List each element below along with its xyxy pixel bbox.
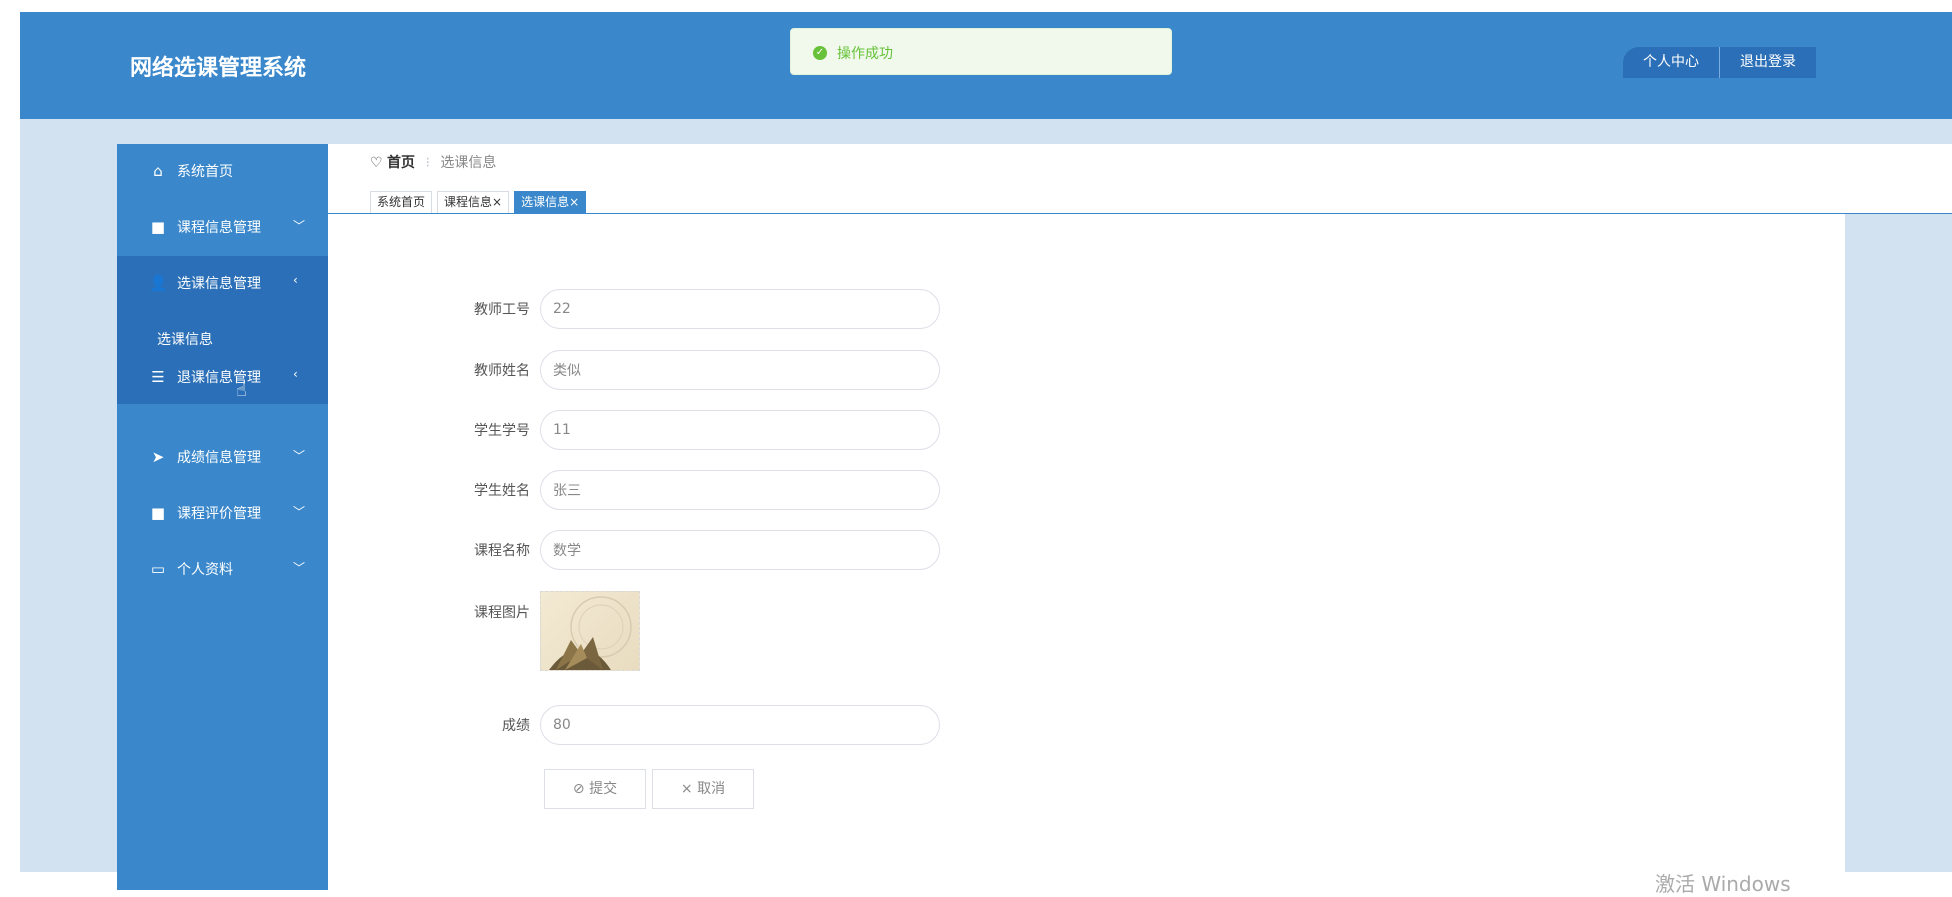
sidebar-item-label: 课程评价管理 — [177, 506, 261, 522]
sidebar-menu: ⌂ 系统首页 ■ 课程信息管理 ﹀ 👤 选课信息管理 ‹ 选课信息 ☰ 退课信息… — [117, 144, 328, 890]
sidebar-item-label: 系统首页 — [177, 164, 233, 180]
card-icon: ▭ — [150, 560, 166, 578]
sidebar-item-evaluation[interactable]: ■ 课程评价管理 ﹀ — [117, 486, 328, 542]
submit-label: 提交 — [589, 781, 618, 797]
sidebar-item-label: 个人资料 — [177, 562, 233, 578]
user-actions: 个人中心 退出登录 — [1623, 47, 1816, 78]
tab-course-info[interactable]: 课程信息× — [437, 191, 510, 214]
heart-icon: ♡ — [370, 155, 383, 171]
user-icon: 👤 — [149, 274, 168, 292]
windows-activation-watermark: 激活 Windows — [1655, 872, 1791, 896]
course-name-label: 课程名称 — [474, 543, 530, 559]
sidebar-item-home[interactable]: ⌂ 系统首页 — [117, 144, 328, 200]
sidebar-item-withdraw[interactable]: ☰ 退课信息管理 ‹ — [117, 350, 328, 406]
close-icon: × — [680, 781, 693, 797]
sidebar-item-selection[interactable]: 👤 选课信息管理 ‹ — [117, 256, 328, 312]
chevron-left-icon: ‹ — [293, 273, 298, 287]
tab-underline — [328, 213, 1952, 214]
breadcrumb: ♡ 首页 ⁝ 选课信息 — [370, 152, 496, 172]
course-name-input[interactable] — [540, 530, 940, 570]
chevron-down-icon: ﹀ — [293, 449, 306, 463]
course-image-label: 课程图片 — [474, 605, 530, 621]
left-margin — [20, 144, 117, 872]
header-band — [20, 119, 1952, 144]
sidebar-item-course[interactable]: ■ 课程信息管理 ﹀ — [117, 200, 328, 256]
chevron-down-icon: ﹀ — [293, 505, 306, 519]
chevron-left-icon: ‹ — [293, 367, 298, 381]
course-image[interactable] — [540, 591, 640, 671]
grid-icon: ■ — [150, 218, 166, 236]
teacher-name-label: 教师姓名 — [474, 363, 530, 379]
breadcrumb-current: 选课信息 — [440, 155, 497, 171]
success-toast: ✓ 操作成功 — [790, 28, 1172, 75]
breadcrumb-separator: ⁝ — [425, 155, 430, 171]
right-margin — [1845, 214, 1952, 872]
teacher-name-input[interactable] — [540, 350, 940, 390]
grid-icon: ■ — [150, 504, 166, 522]
personal-center-button[interactable]: 个人中心 — [1623, 47, 1720, 78]
home-icon: ⌂ — [153, 162, 163, 180]
open-book-icon — [549, 596, 632, 670]
student-id-input[interactable] — [540, 410, 940, 450]
check-circle-icon: ✓ — [813, 46, 827, 60]
tab-selection-info[interactable]: 选课信息× — [514, 191, 587, 214]
send-icon: ➤ — [151, 448, 165, 466]
sidebar-item-label: 退课信息管理 — [177, 370, 261, 386]
sidebar-item-grades[interactable]: ➤ 成绩信息管理 ﹀ — [117, 430, 328, 486]
student-name-label: 学生姓名 — [474, 483, 530, 499]
sidebar-item-label: 选课信息管理 — [177, 276, 261, 292]
tab-home[interactable]: 系统首页 — [370, 191, 433, 214]
sliders-icon: ☰ — [151, 368, 165, 386]
score-input[interactable] — [540, 705, 940, 745]
teacher-id-label: 教师工号 — [474, 302, 530, 318]
hand-cursor-icon: ☝ — [236, 380, 247, 401]
score-label: 成绩 — [502, 718, 530, 734]
student-id-label: 学生学号 — [474, 423, 530, 439]
check-circle-icon: ⊘ — [572, 781, 585, 797]
sidebar-item-label: 成绩信息管理 — [177, 450, 261, 466]
logout-button[interactable]: 退出登录 — [1720, 47, 1816, 78]
cancel-button[interactable]: × 取消 — [652, 769, 754, 809]
tab-bar: 系统首页 课程信息× 选课信息× — [370, 191, 591, 214]
submenu-item-selection-info[interactable]: 选课信息 — [157, 329, 213, 349]
sidebar-item-label: 课程信息管理 — [177, 220, 261, 236]
submit-button[interactable]: ⊘ 提交 — [544, 769, 646, 809]
student-name-input[interactable] — [540, 470, 940, 510]
chevron-down-icon: ﹀ — [293, 219, 306, 233]
cancel-label: 取消 — [697, 781, 726, 797]
breadcrumb-home[interactable]: 首页 — [387, 155, 415, 171]
sidebar-item-profile[interactable]: ▭ 个人资料 ﹀ — [117, 542, 328, 598]
chevron-down-icon: ﹀ — [293, 561, 306, 575]
toast-message: 操作成功 — [837, 46, 893, 62]
teacher-id-input[interactable] — [540, 289, 940, 329]
app-title: 网络选课管理系统 — [130, 56, 307, 81]
